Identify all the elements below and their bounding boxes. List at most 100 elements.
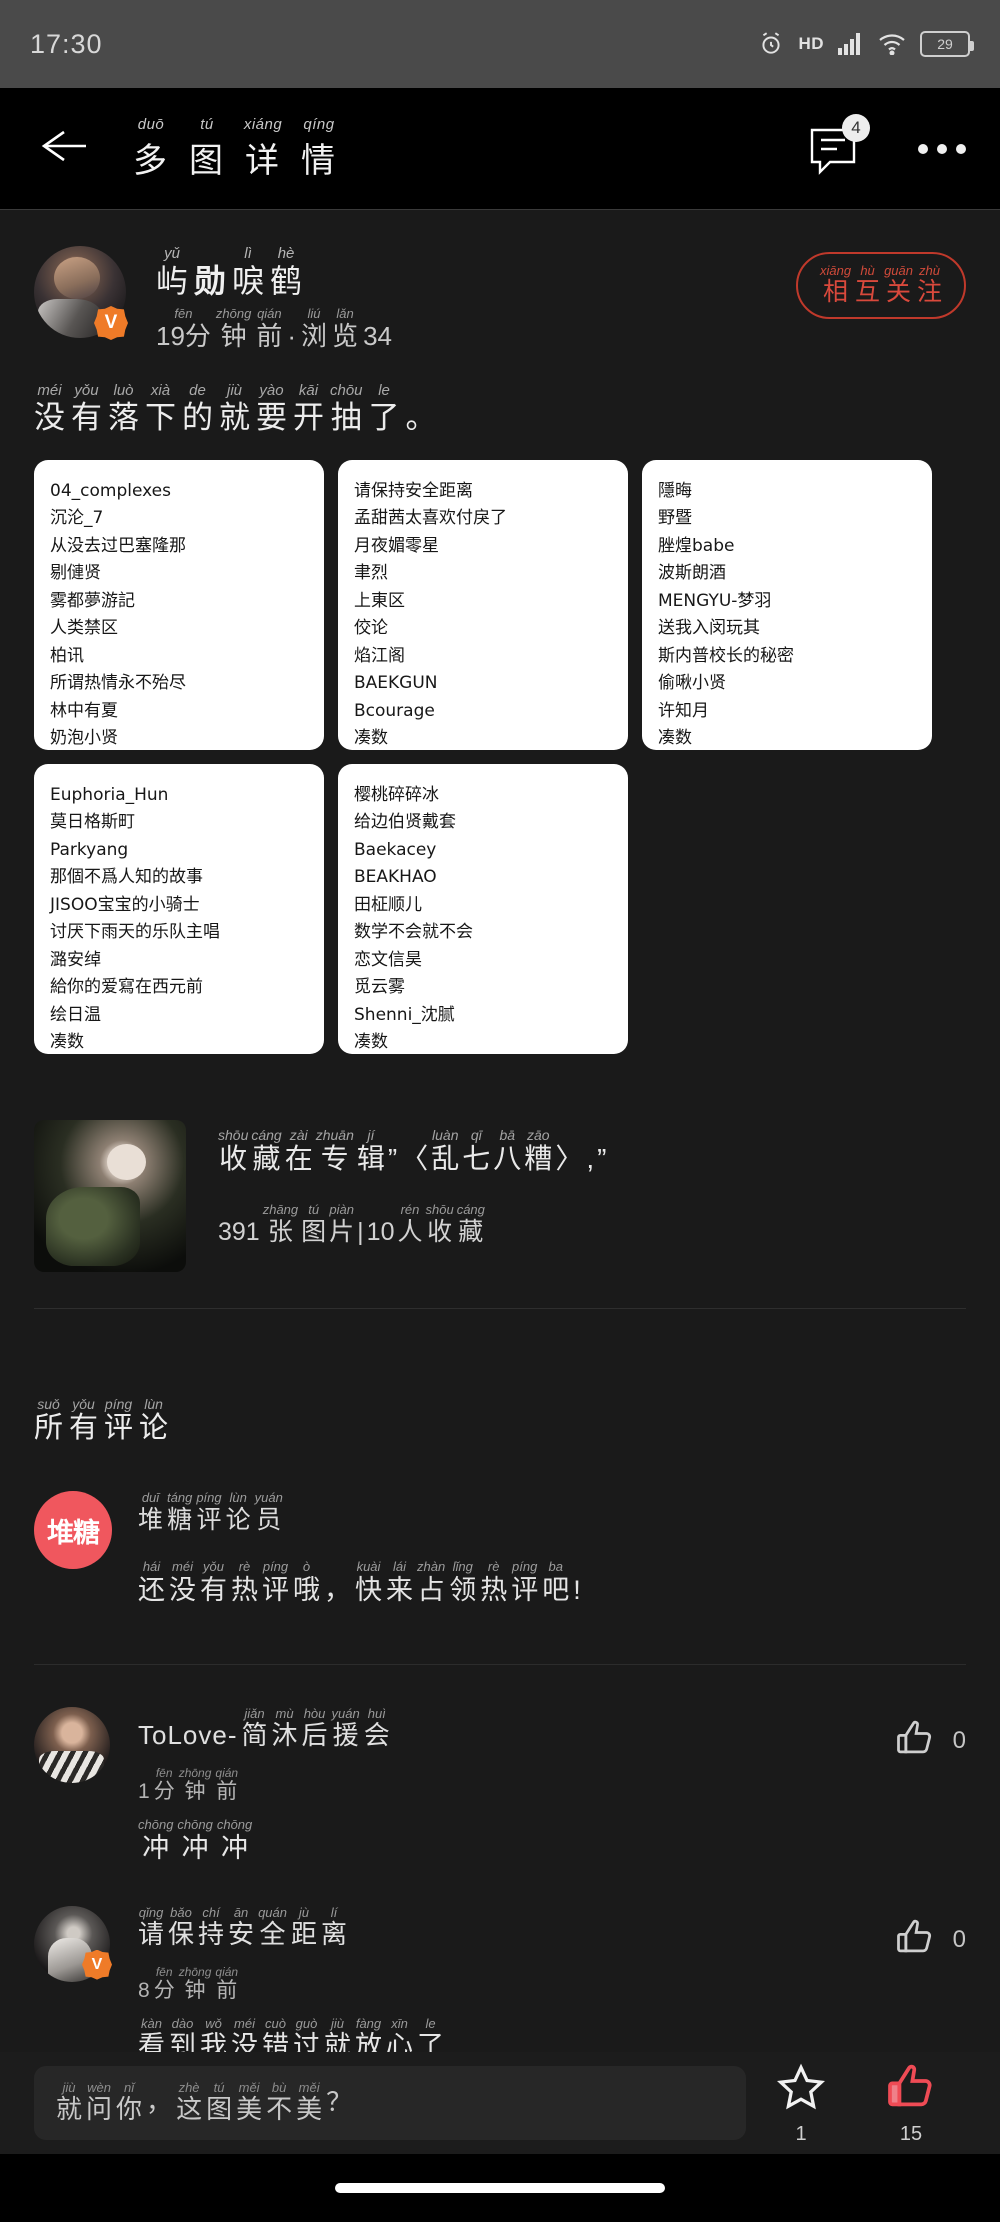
pinyin-char: le bbox=[425, 2016, 436, 2032]
comment-like-group[interactable]: 0 bbox=[893, 1916, 966, 1965]
home-indicator[interactable] bbox=[335, 2183, 665, 2193]
han-char: 全 bbox=[259, 1918, 286, 1949]
image-card[interactable]: 隱晦 野暨 脞煌babe 波斯朗酒 MENGYU-梦羽 送我入闵玩其 斯内普校长… bbox=[642, 459, 932, 750]
album-section[interactable]: shōu 收 cáng 藏 zài 在 zhuān 专 jí 辑 ” 〈 luàn 乱 qī… bbox=[34, 1119, 966, 1309]
pinyin-char: qián bbox=[257, 306, 282, 322]
thumbs-up-icon[interactable] bbox=[893, 1916, 937, 1965]
card-line: 数学不会就不会 bbox=[354, 922, 473, 943]
battery-level: 29 bbox=[937, 36, 953, 52]
pinyin-char: hù bbox=[860, 263, 875, 278]
page-title-pinyin: duō tú xiáng qíng bbox=[128, 116, 342, 133]
card-line: Baekacey bbox=[354, 839, 437, 860]
mutual-follow-button[interactable]: xiāng 相 hù 互 guān 关 zhù 注 bbox=[795, 252, 966, 320]
comment-like-group[interactable]: 0 bbox=[893, 1717, 966, 1766]
comment-avatar[interactable]: V bbox=[34, 1905, 112, 1982]
card-line: 雾都夢游記 bbox=[50, 590, 135, 611]
han-char: 浏 bbox=[301, 320, 328, 351]
comment-author[interactable]: ToLove- jiǎn 简 mù 沐 hòu 后 yuán 援 huì 会 bbox=[138, 1706, 966, 1751]
card-line: 觅云雾 bbox=[354, 977, 405, 998]
card-line: 奶泡小贤 bbox=[50, 728, 118, 749]
pinyin-char: chōng bbox=[216, 1817, 253, 1833]
album-info: shōu 收 cáng 藏 zài 在 zhuān 专 jí 辑 ” 〈 luàn 乱 qī… bbox=[218, 1120, 606, 1272]
pinyin-char: qíng bbox=[303, 115, 335, 133]
card-line: 脞煌babe bbox=[658, 535, 735, 556]
han-char: 情 bbox=[301, 141, 337, 180]
han-char: 糖 bbox=[167, 1505, 193, 1534]
more-options-icon[interactable] bbox=[918, 143, 966, 154]
comment-item: V qǐng 请 bǎo 保 chí 持 ān 安 quán 全 jù 距 lí 离 8 fē… bbox=[0, 1864, 1000, 2063]
pinyin-char: tú bbox=[213, 2079, 225, 2095]
han-char: 391 bbox=[218, 1217, 260, 1246]
han-char: 藏 bbox=[252, 1143, 281, 1175]
image-card[interactable]: 04_complexes 沉沦_7 从没去过巴塞隆那 剔僆贤 雾都夢游記 人类禁… bbox=[34, 459, 324, 750]
author-row: V yǔ 屿 勋 lì 唳 hè 鹤 fēn 19分 zhōng 钟 qián 前 · li… bbox=[0, 210, 1000, 351]
card-line: Parkyang bbox=[50, 839, 129, 860]
pinyin-char: rén bbox=[400, 1202, 420, 1218]
comment-timestamp: 8 fēn 分 zhōng 钟 qián 前 bbox=[138, 1964, 966, 2003]
han-char: 后 bbox=[301, 1720, 328, 1751]
han-char: 人 bbox=[397, 1217, 423, 1246]
message-icon[interactable]: 4 bbox=[802, 113, 870, 180]
wifi-icon bbox=[878, 33, 906, 55]
author-name[interactable]: yǔ 屿 勋 lì 唳 hè 鹤 bbox=[156, 245, 392, 299]
comment-author[interactable]: qǐng 请 bǎo 保 chí 持 ān 安 quán 全 jù 距 lí 离 bbox=[138, 1904, 966, 1950]
card-line: 月夜媚零星 bbox=[354, 535, 439, 556]
pinyin-char: kāi bbox=[298, 382, 319, 400]
card-line: 04_complexes bbox=[50, 480, 171, 501]
pinyin-char: luò bbox=[113, 382, 134, 400]
card-line: 田柾顺儿 bbox=[354, 894, 422, 915]
han-char: 〈 bbox=[400, 1143, 429, 1175]
hd-icon: HD bbox=[798, 34, 824, 53]
pinyin-char: zhàn bbox=[417, 1559, 446, 1575]
han-char: 钟 bbox=[184, 1780, 206, 1804]
image-card[interactable]: Euphoria_Hun 莫日格斯町 Parkyang 那個不爲人知的故事 JI… bbox=[34, 763, 324, 1054]
han-char: 关 bbox=[886, 278, 912, 307]
thumbs-up-icon[interactable] bbox=[893, 1717, 937, 1766]
bottom-action-bar: jiù 就 wèn 问 nǐ 你 ， zhè 这 tú 图 měi 美 bù 不 měi 美 ？… bbox=[0, 2052, 1000, 2154]
avatar[interactable]: V bbox=[34, 246, 128, 340]
han-char: 热 bbox=[231, 1574, 258, 1605]
favorite-button[interactable]: 1 bbox=[746, 2060, 856, 2146]
image-card[interactable]: 请保持安全距离 孟甜茜太喜欢付戾了 月夜媚零星 聿烈 上東区 佼论 焰江阁 BA… bbox=[338, 459, 628, 750]
han-char: ， bbox=[146, 2087, 173, 2118]
dot bbox=[956, 143, 966, 154]
card-line: Shenni_沈腻 bbox=[354, 1004, 455, 1025]
pinyin-char: quán bbox=[258, 1904, 287, 1920]
thumbs-up-icon[interactable] bbox=[882, 2060, 940, 2121]
pinyin-char: xīn bbox=[391, 2016, 408, 2032]
star-icon[interactable] bbox=[772, 2060, 830, 2121]
pinyin-char: jù bbox=[298, 1904, 310, 1920]
han-char: ， bbox=[324, 1574, 351, 1605]
back-arrow-icon[interactable] bbox=[34, 126, 94, 171]
card-line: 潞安绰 bbox=[50, 949, 101, 970]
pinyin-char: lì bbox=[244, 245, 252, 262]
han-char: 34 bbox=[363, 320, 392, 351]
han-char: 糟 bbox=[524, 1143, 553, 1175]
pinyin-char: cáng bbox=[456, 1202, 485, 1218]
card-line: 隱晦 bbox=[658, 480, 692, 501]
card-line: 所谓热情永不殆尽 bbox=[50, 673, 186, 694]
han-char: 分 bbox=[153, 1978, 175, 2002]
status-time: 17:30 bbox=[30, 28, 103, 59]
album-title: shōu 收 cáng 藏 zài 在 zhuān 专 jí 辑 ” 〈 luàn 乱 qī… bbox=[218, 1127, 607, 1176]
pinyin-char: méi bbox=[172, 1559, 193, 1575]
han-char: 收 bbox=[427, 1217, 453, 1246]
han-char: ” bbox=[597, 1143, 607, 1175]
han-char: 持 bbox=[198, 1918, 225, 1949]
pinyin-char: fēn bbox=[155, 1964, 173, 1979]
like-button[interactable]: 15 bbox=[856, 2060, 966, 2146]
pinyin-char: ò bbox=[302, 1559, 311, 1575]
han-char: 冲 bbox=[142, 1832, 170, 1863]
pinyin-char: rè bbox=[238, 1559, 251, 1575]
han-char: 览 bbox=[332, 320, 359, 351]
pinyin-char: píng bbox=[104, 1395, 133, 1412]
han-char: 七 bbox=[462, 1143, 491, 1175]
image-card[interactable]: 樱桃碎碎冰 给边伯贤戴套 Baekacey BEAKHAO 田柾顺儿 数学不会就… bbox=[338, 763, 628, 1054]
comment-input[interactable]: jiù 就 wèn 问 nǐ 你 ， zhè 这 tú 图 měi 美 bù 不 měi 美 ？ bbox=[34, 2066, 746, 2140]
han-char: 乱 bbox=[431, 1143, 460, 1175]
han-char: 互 bbox=[855, 278, 881, 307]
card-line: 波斯朗酒 bbox=[658, 563, 726, 584]
comment-avatar[interactable] bbox=[34, 1706, 110, 1783]
han-char: 问 bbox=[86, 2094, 113, 2125]
card-line: BEAKHAO bbox=[354, 867, 437, 888]
